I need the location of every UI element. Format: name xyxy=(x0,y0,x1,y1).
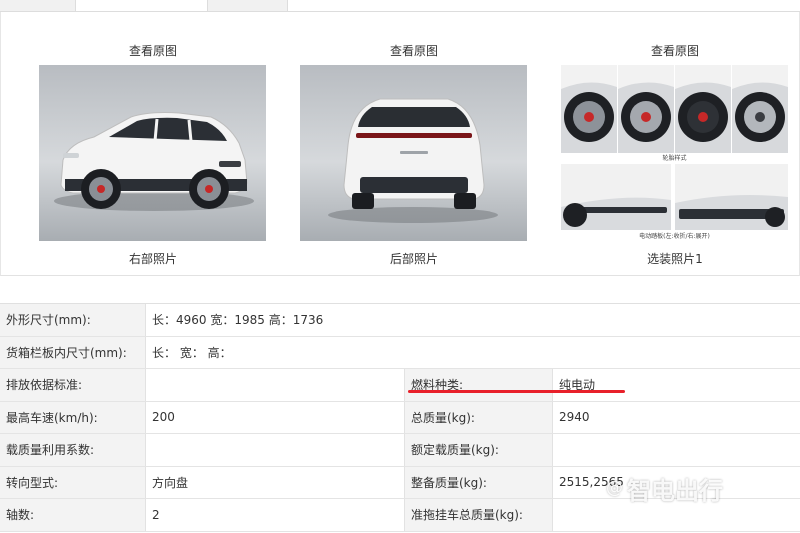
photo-card-right: 查看原图 右部照片 xyxy=(33,12,273,276)
wheel-style-label: 轮胎样式 xyxy=(662,155,687,162)
steering-type-label: 转向型式: xyxy=(0,466,146,498)
photo-card-option: 查看原图 轮胎样式 电动踏板(左:收折/右:展开) 选装照片1 xyxy=(555,12,795,276)
max-speed-value: 200 xyxy=(146,401,405,433)
axle-count-value: 2 xyxy=(146,499,405,531)
rear-photo[interactable] xyxy=(300,65,527,241)
view-original-button[interactable]: 查看原图 xyxy=(555,42,795,59)
table-row: 载质量利用系数: 额定载质量(kg): xyxy=(0,434,800,467)
top-cropped-row xyxy=(0,0,800,12)
emission-standard-value xyxy=(146,369,405,401)
power-step-label: 电动踏板(左:收折/右:展开) xyxy=(639,233,710,240)
fuel-type-highlight xyxy=(408,390,625,393)
trailer-mass-label: 准拖挂车总质量(kg): xyxy=(405,499,553,531)
dimensions-label: 外形尺寸(mm): xyxy=(0,304,146,336)
gross-mass-value: 2940 xyxy=(553,401,800,433)
table-row: 货箱栏板内尺寸(mm): 长： 宽： 高： xyxy=(0,336,800,369)
suv-rear-image xyxy=(328,98,498,223)
table-row: 排放依据标准: 燃料种类: 纯电动 xyxy=(0,369,800,402)
photo-caption: 选装照片1 xyxy=(647,252,703,266)
table-row: 最高车速(km/h): 200 总质量(kg): 2940 xyxy=(0,401,800,434)
axle-count-label: 轴数: xyxy=(0,499,146,531)
table-row: 外形尺寸(mm): 长：4960 宽：1985 高：1736 xyxy=(0,304,800,337)
load-utilization-label: 载质量利用系数: xyxy=(0,434,146,466)
suv-side-image xyxy=(54,112,254,211)
fuel-type-value: 纯电动 xyxy=(553,369,800,401)
steering-type-value: 方向盘 xyxy=(146,466,405,498)
watermark: @ 智电出行 xyxy=(606,471,723,505)
cargo-dimensions-value: 长： 宽： 高： xyxy=(146,336,800,368)
rated-load-value xyxy=(553,434,800,466)
gross-mass-label: 总质量(kg): xyxy=(405,401,553,433)
vehicle-photos-section: 查看原图 右部照片 查看原图 后部照片 查看原图 轮胎样式 电动踏板(左:收折/… xyxy=(0,12,800,276)
dimensions-value: 长：4960 宽：1985 高：1736 xyxy=(146,304,800,336)
option-photo[interactable]: 轮胎样式 电动踏板(左:收折/右:展开) xyxy=(561,65,788,241)
right-side-photo[interactable] xyxy=(39,65,266,241)
top-cell-label-2 xyxy=(208,0,288,11)
view-original-button[interactable]: 查看原图 xyxy=(33,42,273,59)
top-cell-value-1 xyxy=(76,0,208,11)
watermark-text: 智电出行 xyxy=(627,476,723,505)
top-cell-value-2 xyxy=(288,0,800,11)
max-speed-label: 最高车速(km/h): xyxy=(0,401,146,433)
view-original-button[interactable]: 查看原图 xyxy=(294,42,534,59)
curb-mass-label: 整备质量(kg): xyxy=(405,466,553,498)
photo-card-rear: 查看原图 后部照片 xyxy=(294,12,534,276)
photo-caption: 后部照片 xyxy=(389,252,438,266)
photo-caption: 右部照片 xyxy=(128,252,177,266)
cargo-dimensions-label: 货箱栏板内尺寸(mm): xyxy=(0,336,146,368)
rated-load-label: 额定载质量(kg): xyxy=(405,434,553,466)
top-cell-label-1 xyxy=(0,0,76,11)
load-utilization-value xyxy=(146,434,405,466)
fuel-type-label: 燃料种类: xyxy=(405,369,553,401)
at-icon: @ xyxy=(606,478,623,498)
emission-standard-label: 排放依据标准: xyxy=(0,369,146,401)
